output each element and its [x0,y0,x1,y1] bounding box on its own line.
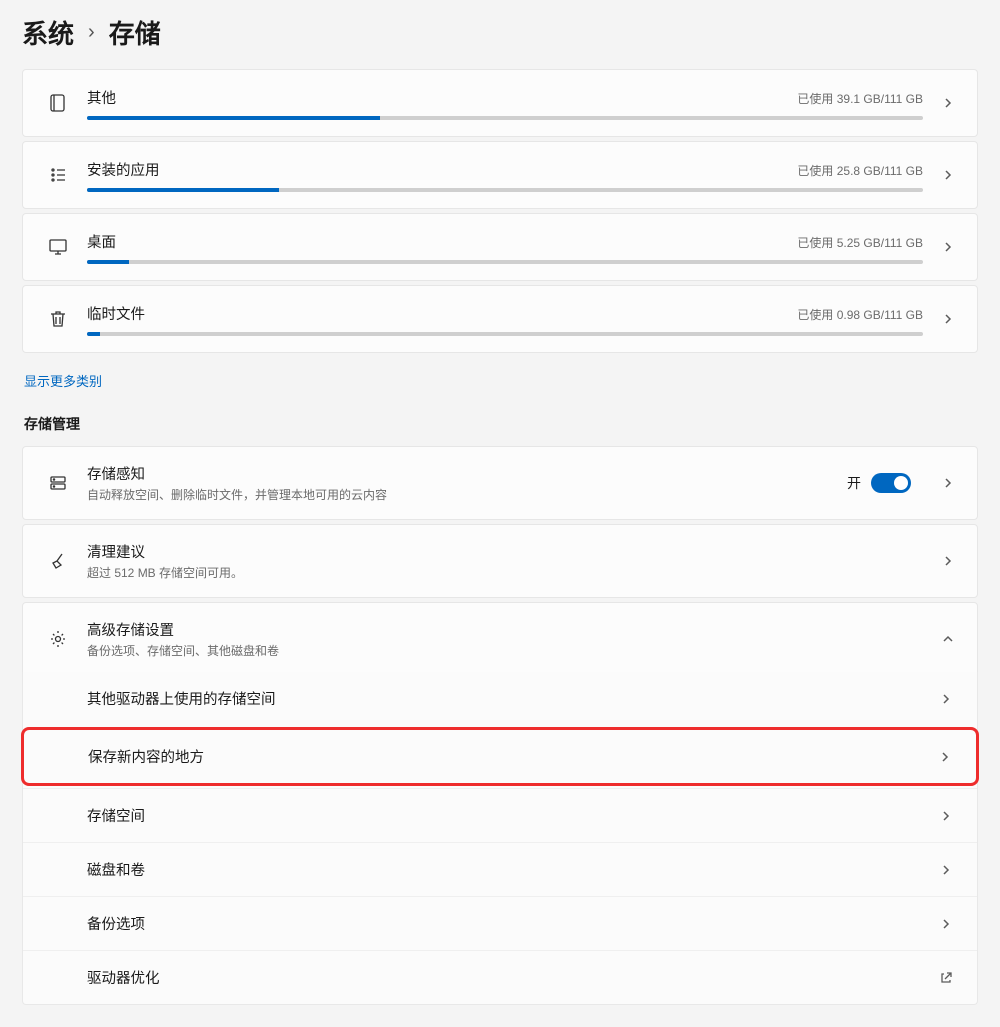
cleanup-recommendations-row[interactable]: 清理建议 超过 512 MB 存储空间可用。 [22,524,978,598]
storage-category-other[interactable]: 其他 已使用 39.1 GB/111 GB [22,69,978,137]
external-link-icon [935,971,957,985]
sub-item-storage-spaces[interactable]: 存储空间 [23,788,977,842]
chevron-right-icon [935,864,957,876]
sub-item-label: 磁盘和卷 [87,859,145,880]
category-usage: 已使用 39.1 GB/111 GB [797,90,923,107]
storage-category-temp[interactable]: 临时文件 已使用 0.98 GB/111 GB [22,285,978,353]
row-title: 清理建议 [87,541,923,562]
chevron-right-icon [937,169,959,181]
category-title: 桌面 [87,231,116,252]
storage-management-header: 存储管理 [22,414,978,446]
chevron-right-icon [937,555,959,567]
breadcrumb-sep-icon: › [88,21,95,44]
show-more-categories-link[interactable]: 显示更多类别 [22,357,104,414]
usage-bar [87,260,923,264]
category-usage: 已使用 5.25 GB/111 GB [797,234,923,251]
apps-icon [41,165,75,185]
storage-category-apps[interactable]: 安装的应用 已使用 25.8 GB/111 GB [22,141,978,209]
gear-icon [41,629,75,649]
row-subtitle: 自动释放空间、删除临时文件，并管理本地可用的云内容 [87,486,847,503]
chevron-right-icon [935,693,957,705]
row-title: 存储感知 [87,463,847,484]
breadcrumb-parent[interactable]: 系统 [22,14,74,51]
sub-item-save-locations[interactable]: 保存新内容的地方 [21,727,979,786]
advanced-storage-row[interactable]: 高级存储设置 备份选项、存储空间、其他磁盘和卷 [22,602,978,676]
breadcrumb-current: 存储 [109,14,161,51]
sub-item-disks-volumes[interactable]: 磁盘和卷 [23,842,977,896]
sub-item-other-drives[interactable]: 其他驱动器上使用的存储空间 [23,672,977,725]
advanced-sub-list: 其他驱动器上使用的存储空间 保存新内容的地方 存储空间 磁盘和卷 备份选项 [22,672,978,1005]
desktop-icon [41,237,75,257]
usage-bar [87,332,923,336]
sub-item-label: 其他驱动器上使用的存储空间 [87,688,276,709]
category-title: 安装的应用 [87,159,160,180]
other-icon [41,93,75,113]
usage-bar [87,116,923,120]
category-usage: 已使用 0.98 GB/111 GB [797,306,923,323]
category-title: 其他 [87,87,116,108]
chevron-right-icon [937,241,959,253]
usage-bar [87,188,923,192]
row-subtitle: 超过 512 MB 存储空间可用。 [87,564,923,581]
sub-item-drive-optimization[interactable]: 驱动器优化 [23,950,977,1004]
sub-item-backup-options[interactable]: 备份选项 [23,896,977,950]
chevron-right-icon [937,97,959,109]
sub-item-label: 备份选项 [87,913,145,934]
chevron-right-icon [934,751,956,763]
category-title: 临时文件 [87,303,145,324]
storage-category-desktop[interactable]: 桌面 已使用 5.25 GB/111 GB [22,213,978,281]
row-subtitle: 备份选项、存储空间、其他磁盘和卷 [87,642,923,659]
toggle-label: 开 [847,473,861,493]
storage-sense-icon [41,473,75,493]
breadcrumb: 系统 › 存储 [22,0,978,69]
chevron-right-icon [935,918,957,930]
storage-sense-toggle[interactable] [871,473,911,493]
broom-icon [41,551,75,571]
sub-item-label: 存储空间 [87,805,145,826]
chevron-right-icon [937,313,959,325]
row-title: 高级存储设置 [87,619,923,640]
sub-item-label: 驱动器优化 [87,967,160,988]
storage-sense-row[interactable]: 存储感知 自动释放空间、删除临时文件，并管理本地可用的云内容 开 [22,446,978,520]
category-usage: 已使用 25.8 GB/111 GB [797,162,923,179]
chevron-up-icon [937,633,959,645]
sub-item-label: 保存新内容的地方 [88,746,204,767]
chevron-right-icon [937,477,959,489]
chevron-right-icon [935,810,957,822]
trash-icon [41,309,75,329]
